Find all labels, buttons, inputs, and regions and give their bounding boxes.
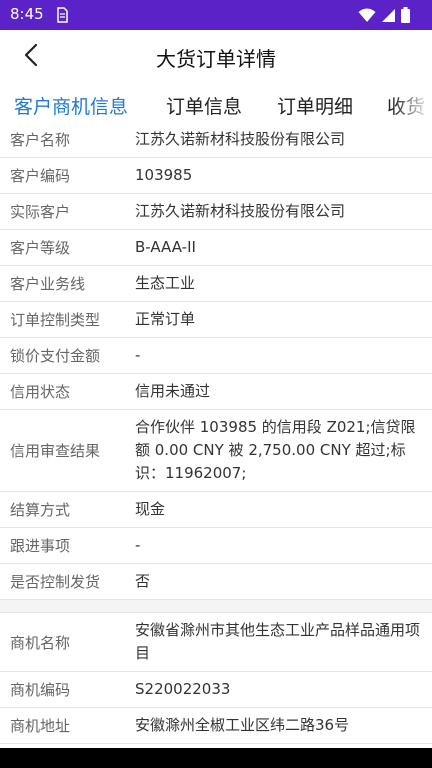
info-row-opportunity-address: 商机地址 安徽滁州全椒工业区纬二路36号 bbox=[0, 708, 432, 744]
row-value: 安徽滁州全椒工业区纬二路36号 bbox=[135, 716, 350, 734]
info-row-customer-level: 客户等级 B-AAA-II bbox=[0, 230, 432, 266]
section-divider bbox=[0, 600, 432, 613]
sim-icon bbox=[56, 7, 68, 23]
row-label: 信用审查结果 bbox=[10, 442, 101, 460]
row-label: 锁价支付金额 bbox=[10, 347, 101, 365]
info-row-locked-payment: 锁价支付金额 - bbox=[0, 338, 432, 374]
row-label: 客户业务线 bbox=[10, 275, 86, 293]
signal-icon bbox=[381, 8, 396, 27]
navigation-bar bbox=[0, 748, 432, 768]
tab-customer-opportunity[interactable]: 客户商机信息 bbox=[14, 92, 128, 119]
battery-icon bbox=[401, 7, 410, 27]
row-label: 信用状态 bbox=[10, 383, 71, 401]
row-value: 江苏久诺新材科技股份有限公司 bbox=[135, 130, 346, 148]
row-value: 否 bbox=[135, 572, 151, 590]
row-value: 安徽省滁州市其他生态工业产品样品通用项目 bbox=[135, 621, 421, 662]
wifi-icon bbox=[358, 8, 376, 27]
row-value: - bbox=[135, 346, 141, 364]
row-value: 信用未通过 bbox=[135, 382, 211, 400]
info-row-business-line: 客户业务线 生态工业 bbox=[0, 266, 432, 302]
row-value: 103985 bbox=[135, 166, 193, 184]
info-row-customer-code: 客户编码 103985 bbox=[0, 158, 432, 194]
row-label: 订单控制类型 bbox=[10, 311, 101, 329]
info-row-shipping-control: 是否控制发货 否 bbox=[0, 564, 432, 600]
info-row-credit-review: 信用审查结果 合作伙伴 103985 的信用段 Z021;信贷限额 0.00 C… bbox=[0, 410, 432, 492]
row-label: 商机名称 bbox=[10, 633, 71, 652]
tab-order-info[interactable]: 订单信息 bbox=[166, 92, 242, 119]
info-row-settlement: 结算方式 现金 bbox=[0, 492, 432, 528]
tab-fade bbox=[392, 84, 432, 124]
info-row-order-control-type: 订单控制类型 正常订单 bbox=[0, 302, 432, 338]
info-row-actual-customer: 实际客户 江苏久诺新材科技股份有限公司 bbox=[0, 194, 432, 230]
row-label: 实际客户 bbox=[10, 203, 71, 221]
page-title: 大货订单详情 bbox=[156, 47, 276, 71]
customer-info-section: 客户名称 江苏久诺新材科技股份有限公司 客户编码 103985 实际客户 江苏久… bbox=[0, 122, 432, 600]
info-row-follow-up: 跟进事项 - bbox=[0, 528, 432, 564]
row-value: 现金 bbox=[135, 500, 166, 518]
status-time: 8:45 bbox=[10, 5, 44, 23]
info-row-opportunity-name: 商机名称 安徽省滁州市其他生态工业产品样品通用项目 bbox=[0, 613, 432, 672]
row-label: 客户等级 bbox=[10, 239, 71, 257]
row-label: 跟进事项 bbox=[10, 537, 71, 555]
row-value: S220022033 bbox=[135, 680, 231, 698]
info-row-opportunity-code: 商机编码 S220022033 bbox=[0, 672, 432, 708]
row-label: 客户名称 bbox=[10, 131, 71, 149]
row-label: 结算方式 bbox=[10, 501, 71, 519]
info-row-credit-status: 信用状态 信用未通过 bbox=[0, 374, 432, 410]
opportunity-info-section: 商机名称 安徽省滁州市其他生态工业产品样品通用项目 商机编码 S22002203… bbox=[0, 613, 432, 744]
row-value: 生态工业 bbox=[135, 274, 196, 292]
tab-bar: 客户商机信息 订单信息 订单明细 收货 bbox=[0, 84, 432, 124]
tab-order-details[interactable]: 订单明细 bbox=[277, 92, 353, 119]
row-value: B-AAA-II bbox=[135, 238, 196, 256]
row-label: 客户编码 bbox=[10, 167, 71, 185]
row-label: 是否控制发货 bbox=[10, 573, 101, 591]
row-label: 商机地址 bbox=[10, 717, 71, 735]
info-row-customer-name: 客户名称 江苏久诺新材科技股份有限公司 bbox=[0, 122, 432, 158]
row-value: - bbox=[135, 536, 141, 554]
row-label: 商机编码 bbox=[10, 681, 71, 699]
row-value: 正常订单 bbox=[135, 310, 196, 328]
detail-list[interactable]: 客户名称 江苏久诺新材科技股份有限公司 客户编码 103985 实际客户 江苏久… bbox=[0, 122, 432, 748]
status-bar: 8:45 bbox=[0, 0, 432, 30]
row-value: 江苏久诺新材科技股份有限公司 bbox=[135, 202, 346, 220]
app-header: 大货订单详情 bbox=[0, 30, 432, 82]
row-value: 合作伙伴 103985 的信用段 Z021;信贷限额 0.00 CNY 被 2,… bbox=[135, 418, 416, 482]
